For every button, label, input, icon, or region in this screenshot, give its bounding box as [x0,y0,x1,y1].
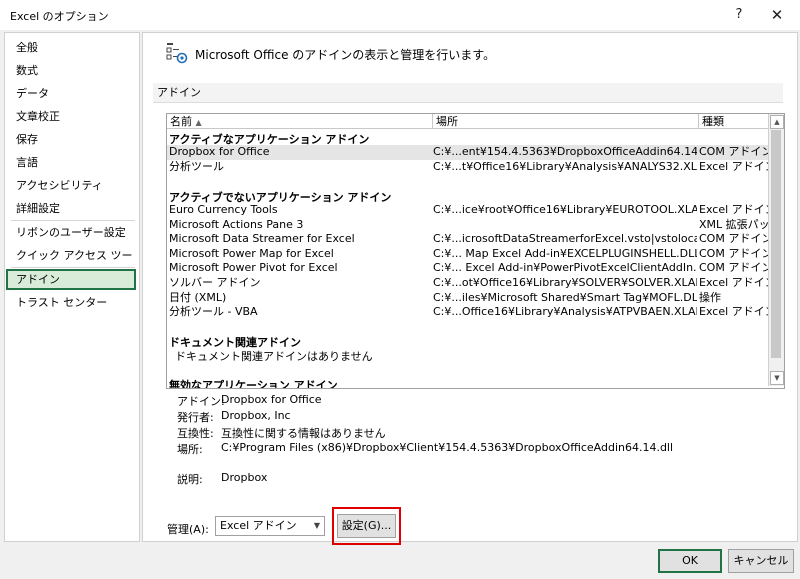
sidebar-item-quick-access-toolbar[interactable]: クイック アクセス ツール バー [6,245,136,283]
addin-name: Microsoft Data Streamer for Excel [169,232,355,246]
column-header-type[interactable]: 種類 [699,114,769,129]
addin-name: Microsoft Power Map for Excel [169,246,334,260]
addin-type: Excel アドイン [699,305,769,319]
addins-list[interactable]: 名前 ▲ 場所 種類 アクティブなアプリケーション アドイン Dropbox f… [166,113,785,389]
addin-type: COM アドイン [699,232,769,246]
close-button[interactable]: ✕ [763,4,791,26]
table-row[interactable]: ソルバー アドイン C:¥...ot¥Office16¥Library¥SOLV… [167,276,769,291]
title-bar: Excel のオプション ? ✕ [0,0,800,30]
sidebar-item-addins[interactable]: アドイン [6,269,136,290]
addin-type: COM アドイン [699,261,769,275]
main-panel: Microsoft Office のアドインの表示と管理を行います。 アドイン … [142,32,798,545]
table-row[interactable]: 分析ツール - VBA C:¥...Office16¥Library¥Analy… [167,305,769,320]
go-button[interactable]: 設定(G)... [337,514,396,538]
manage-dropdown-value: Excel アドイン [220,519,297,532]
cancel-button[interactable]: キャンセル [728,549,794,573]
addin-type: Excel アドイン [699,203,769,216]
addin-name: Microsoft Actions Pane 3 [169,217,304,231]
scroll-up-icon[interactable]: ▲ [770,115,784,129]
addin-type: Excel アドイン [699,159,769,173]
detail-value: Dropbox [221,471,268,484]
table-row[interactable]: Microsoft Actions Pane 3 XML 拡張パック [167,217,769,233]
addin-location: C:¥...t¥Office16¥Library¥Analysis¥ANALYS… [433,159,697,173]
sidebar-item-language[interactable]: 言語 [6,152,136,173]
sidebar: 全般 数式 データ 文章校正 保存 言語 アクセシビリティ 詳細設定 リボンのユ… [4,32,140,542]
addin-type: COM アドイン [699,145,769,158]
group-disabled-addins: 無効なアプリケーション アドイン [169,379,338,389]
table-row[interactable]: 分析ツール C:¥...t¥Office16¥Library¥Analysis¥… [167,159,769,175]
column-name-label: 名前 [170,115,192,128]
addin-name: 日付 (XML) [169,290,227,304]
addin-location: C:¥...Office16¥Library¥Analysis¥ATPVBAEN… [433,305,697,319]
addin-name: Euro Currency Tools [169,203,278,216]
sort-ascending-icon: ▲ [195,118,202,127]
sidebar-divider [11,220,135,221]
addin-type: COM アドイン [699,246,769,260]
column-header-name[interactable]: 名前 ▲ [167,114,433,129]
sidebar-item-general[interactable]: 全般 [6,37,136,58]
scroll-thumb[interactable] [771,130,781,358]
addin-type: 操作 [699,290,721,304]
addin-name: 分析ツール - VBA [169,305,258,319]
table-row[interactable]: Microsoft Power Pivot for Excel C:¥... E… [167,261,769,276]
addin-location: C:¥...ent¥154.4.5363¥DropboxOfficeAddin6… [433,145,697,158]
detail-label: 互換性: [177,427,214,440]
addins-gear-icon [166,43,188,64]
addin-type: XML 拡張パック [699,217,769,231]
addin-location: C:¥...icrosoftDataStreamerforExcel.vsto|… [433,232,697,246]
addin-location: C:¥...ot¥Office16¥Library¥SOLVER¥SOLVER.… [433,276,697,289]
sidebar-item-trust-center[interactable]: トラスト センター [6,292,136,313]
detail-value: Dropbox for Office [221,393,322,406]
addin-location: C:¥...ice¥root¥Office16¥Library¥EUROTOOL… [433,203,697,216]
help-button[interactable]: ? [725,4,753,26]
detail-label: 説明: [177,473,203,486]
detail-label: アドイン: [177,395,225,408]
sidebar-item-formulas[interactable]: 数式 [6,60,136,81]
manage-label: 管理(A): [167,523,209,536]
chevron-down-icon: ▼ [313,521,320,530]
column-header-location[interactable]: 場所 [433,114,699,129]
addin-location: C:¥... Map Excel Add-in¥EXCELPLUGINSHELL… [433,246,697,260]
window-title: Excel のオプション [10,10,109,23]
section-label-addins: アドイン [153,83,783,103]
detail-value: C:¥Program Files (x86)¥Dropbox¥Client¥15… [221,441,674,454]
sidebar-divider [11,267,135,268]
page-title: Microsoft Office のアドインの表示と管理を行います。 [195,48,496,62]
sidebar-item-advanced[interactable]: 詳細設定 [6,198,136,219]
sidebar-item-data[interactable]: データ [6,83,136,104]
sidebar-item-save[interactable]: 保存 [6,129,136,150]
document-addins-empty: ドキュメント関連アドインはありません [175,350,373,363]
detail-value: 互換性に関する情報はありません [221,427,386,440]
addin-name: Microsoft Power Pivot for Excel [169,261,338,275]
addin-location: C:¥... Excel Add-in¥PowerPivotExcelClien… [433,261,697,275]
detail-label: 場所: [177,443,203,456]
sidebar-item-customize-ribbon[interactable]: リボンのユーザー設定 [6,222,136,243]
table-row[interactable]: Dropbox for Office C:¥...ent¥154.4.5363¥… [167,145,769,160]
detail-label: 発行者: [177,411,214,424]
table-row[interactable]: Microsoft Data Streamer for Excel C:¥...… [167,232,769,247]
addin-type: Excel アドイン [699,276,769,289]
addin-name: ソルバー アドイン [169,276,261,289]
manage-dropdown[interactable]: Excel アドイン ▼ [215,516,325,536]
addin-name: 分析ツール [169,159,224,173]
sidebar-item-accessibility[interactable]: アクセシビリティ [6,175,136,196]
table-row[interactable]: 日付 (XML) C:¥...iles¥Microsoft Shared¥Sma… [167,291,768,306]
sidebar-item-proofing[interactable]: 文章校正 [6,106,136,127]
ok-button[interactable]: OK [658,549,722,573]
scroll-down-icon[interactable]: ▼ [770,371,784,385]
list-scrollbar[interactable]: ▲ ▼ [768,114,784,386]
addin-location: C:¥...iles¥Microsoft Shared¥Smart Tag¥MO… [433,290,697,304]
table-row[interactable]: Microsoft Power Map for Excel C:¥... Map… [167,246,769,262]
table-row[interactable]: Euro Currency Tools C:¥...ice¥root¥Offic… [167,203,769,218]
detail-value: Dropbox, Inc [221,409,291,422]
addin-name: Dropbox for Office [169,145,270,158]
